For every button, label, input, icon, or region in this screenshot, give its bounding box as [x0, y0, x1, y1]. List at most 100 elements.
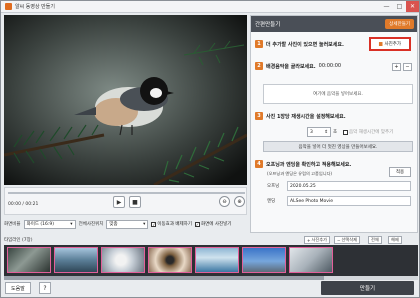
- thumbnail-strip: [4, 245, 418, 277]
- stop-button[interactable]: ■: [129, 196, 141, 208]
- stepper-arrows-icon: ⇕: [324, 129, 328, 135]
- thumbnail-lake[interactable]: [54, 247, 98, 273]
- chevron-down-icon: ▾: [70, 221, 73, 227]
- add-photo-label: 사진추가: [384, 42, 402, 47]
- detail-make-label: 상세만들기: [389, 22, 410, 27]
- simple-make-panel: 간편만들기 상세만들기 1 더 추가할 사진이 있으면 눌러보세요. ▆ 사진추…: [250, 15, 418, 233]
- step-2-label: 배경음악을 골라보세요.: [266, 63, 316, 70]
- motion-checkbox[interactable]: ✓ 이동효과 배제하기: [151, 221, 192, 227]
- close-button[interactable]: ✕: [406, 1, 419, 12]
- fit-music-checkbox[interactable]: 음악 재생시간에 맞추기: [343, 129, 393, 135]
- timeline-add-button[interactable]: + 사진추가: [304, 236, 330, 244]
- fit-label: 전체사진위치: [78, 222, 104, 227]
- timeline: 타임라인 (7장) + 사진추가 − 선택삭제 전체 해제: [4, 235, 418, 277]
- bird-photo: [4, 15, 247, 185]
- step-1-label: 더 추가할 사진이 있으면 눌러보세요.: [266, 41, 344, 48]
- help-label: 도움말: [11, 285, 25, 292]
- select-all-button[interactable]: 전체: [368, 236, 382, 244]
- timeline-delete-button[interactable]: − 선택삭제: [334, 236, 360, 244]
- step-3-label: 사진 1장당 재생시간을 설정해보세요.: [266, 113, 346, 120]
- folder-icon: ▆: [378, 41, 383, 47]
- footer: 도움말 ? 만들기: [1, 280, 419, 297]
- question-button[interactable]: ?: [39, 282, 51, 294]
- timeline-delete-label: 선택삭제: [341, 237, 357, 242]
- help-button[interactable]: 도움말: [5, 282, 31, 294]
- photo-preview: [4, 15, 247, 185]
- player-bar: 00:00 / 00:21 ▶ ■ ⊖ ⊕: [4, 187, 247, 215]
- app-icon: [5, 3, 12, 10]
- thumbnail-eye[interactable]: [148, 247, 192, 273]
- detail-make-button[interactable]: 상세만들기: [385, 19, 414, 29]
- step-4-sub: (오프닝과 엔딩은 유럽의 고풍입니다): [267, 171, 333, 176]
- music-placeholder: 여기에 음악을 넣어보세요.: [313, 92, 363, 97]
- apply-label: 적용: [395, 170, 405, 175]
- add-music-button[interactable]: +: [392, 63, 401, 71]
- fit-music-label: 음악 재생시간에 맞추기: [349, 130, 394, 135]
- zoom-out-icon: ⊖: [222, 198, 227, 205]
- remove-music-button[interactable]: −: [403, 63, 412, 71]
- music-tip-label: 음악을 넣어 더 멋진 영상을 만들어보세요.: [298, 144, 378, 150]
- make-label: 만들기: [359, 286, 376, 292]
- step-number-4: 4: [255, 160, 263, 168]
- deselect-label: 해제: [391, 237, 399, 242]
- fit-value: 맞춤: [109, 222, 118, 227]
- step-number-1: 1: [255, 40, 263, 48]
- thumbnail-fox[interactable]: [101, 247, 145, 273]
- opening-field[interactable]: 2020.05.25: [287, 181, 411, 191]
- opening-value: 2020.05.25: [290, 183, 316, 189]
- timeline-header: 타임라인 (7장) + 사진추가 − 선택삭제 전체 해제: [4, 235, 418, 245]
- maximize-button[interactable]: □: [393, 1, 406, 12]
- motion-checkbox-label: 이동효과 배제하기: [157, 222, 192, 227]
- checkbox-icon: [343, 129, 348, 135]
- timeline-label: 타임라인 (7장): [4, 238, 33, 243]
- seconds-stepper[interactable]: 3 ⇕: [307, 127, 331, 137]
- thumbnail-swan[interactable]: [289, 247, 333, 273]
- select-all-label: 전체: [371, 237, 379, 242]
- minus-icon: −: [337, 237, 341, 243]
- resolution-label: 화면비율: [4, 222, 21, 227]
- resolution-value: 와이드 (16:9): [26, 222, 55, 227]
- add-photo-button[interactable]: ▆ 사진추가: [369, 37, 411, 51]
- preview-area: 00:00 / 00:21 ▶ ■ ⊖ ⊕ 화면비율 와이드 (16:9) ▾ …: [4, 15, 247, 233]
- music-tip-button[interactable]: 음악을 넣어 더 멋진 영상을 만들어보세요.: [263, 141, 413, 152]
- ending-field[interactable]: ALSee Photo Movie: [287, 196, 411, 206]
- panel-title: 간편만들기: [255, 22, 281, 28]
- fit-select[interactable]: 맞춤 ▾: [106, 219, 149, 229]
- fill-checkbox[interactable]: ✓ 화면에 사진넣기: [194, 221, 232, 227]
- fill-checkbox-label: 화면에 사진넣기: [200, 222, 232, 227]
- thumbnail-city[interactable]: [242, 247, 286, 273]
- thumbnail-bird[interactable]: [7, 247, 51, 273]
- question-icon: ?: [43, 284, 47, 292]
- check-icon: ✓: [151, 221, 157, 227]
- stop-icon: ■: [132, 198, 138, 206]
- play-button[interactable]: ▶: [113, 196, 125, 208]
- deselect-button[interactable]: 해제: [388, 236, 402, 244]
- seconds-unit: 초: [333, 130, 338, 135]
- check-icon: ✓: [194, 221, 200, 227]
- apply-button[interactable]: 적용: [389, 167, 411, 177]
- step-4-label: 오프닝과 엔딩을 확인하고 적용해보세요.: [266, 161, 352, 168]
- panel-header: 간편만들기 상세만들기: [251, 16, 417, 32]
- zoom-out-button[interactable]: ⊖: [219, 196, 230, 207]
- make-button[interactable]: 만들기: [321, 281, 414, 295]
- step-2: 2 배경음악을 골라보세요. 00:00:00: [255, 62, 341, 70]
- title-bar: 알씨 동영상 만들기 — □ ✕: [1, 1, 419, 13]
- music-drop-area[interactable]: 여기에 음악을 넣어보세요.: [263, 84, 413, 104]
- zoom-in-button[interactable]: ⊕: [234, 196, 245, 207]
- seconds-value: 3: [310, 129, 313, 135]
- step-number-2: 2: [255, 62, 263, 70]
- options-row: 화면비율 와이드 (16:9) ▾ 전체사진위치 맞춤 ▾ ✓ 이동효과 배제하…: [4, 217, 247, 231]
- ending-value: ALSee Photo Movie: [290, 198, 333, 204]
- zoom-in-icon: ⊕: [237, 198, 242, 205]
- window-controls: — □ ✕: [380, 1, 419, 12]
- thumbnail-ocean[interactable]: [195, 247, 239, 273]
- timeline-add-label: 사진추가: [311, 237, 327, 242]
- seek-bar[interactable]: [8, 192, 245, 194]
- app-window: 알씨 동영상 만들기 — □ ✕ 00:00 / 00:21 ▶ ■ ⊖ ⊕ 화…: [0, 0, 420, 298]
- step-3: 3 사진 1장당 재생시간을 설정해보세요.: [255, 112, 346, 120]
- step-4: 4 오프닝과 엔딩을 확인하고 적용해보세요.: [255, 160, 351, 168]
- chevron-down-icon: ▾: [143, 221, 146, 227]
- window-title: 알씨 동영상 만들기: [15, 4, 55, 10]
- resolution-select[interactable]: 와이드 (16:9) ▾: [23, 219, 76, 229]
- minimize-button[interactable]: —: [380, 1, 393, 12]
